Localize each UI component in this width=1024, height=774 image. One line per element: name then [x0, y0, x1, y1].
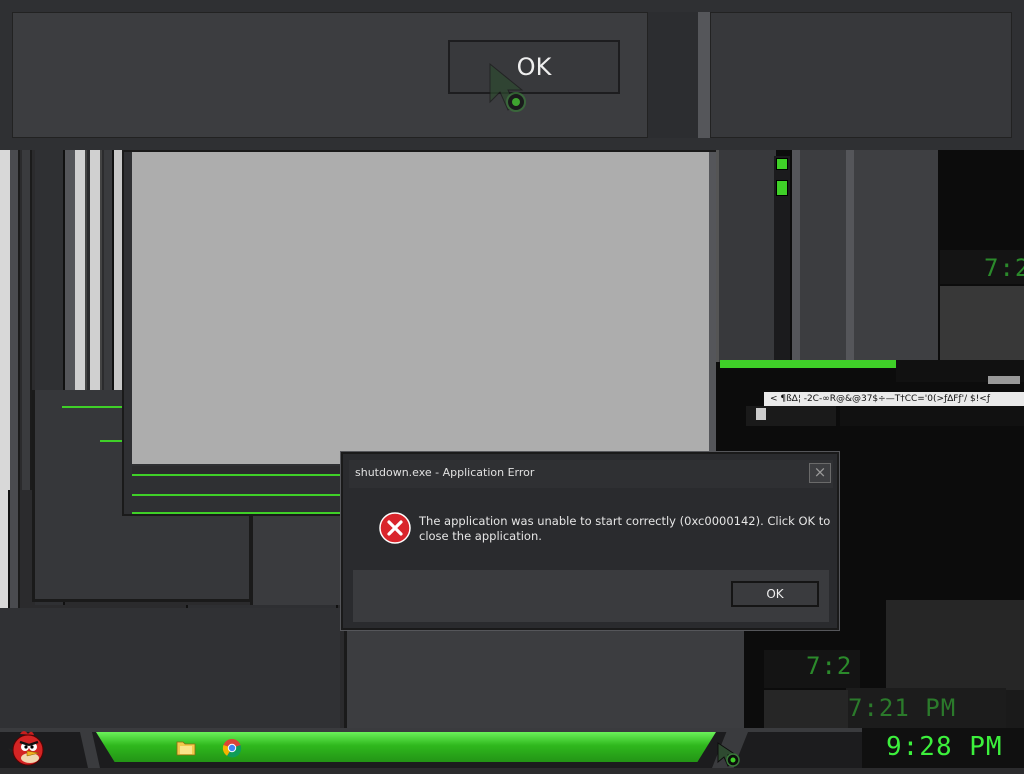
error-message-line-2: close the application. [419, 529, 542, 543]
close-button[interactable]: × [809, 463, 831, 483]
error-dialog-titlebar: shutdown.exe - Application Error × [349, 460, 833, 488]
error-dialog-title: shutdown.exe - Application Error [355, 466, 535, 479]
taskbar-chrome-button[interactable] [222, 738, 242, 758]
error-dialog-footer: OK [353, 570, 829, 622]
glitch-garbled-text: < ¶ß∆¦ -2C-∞R@&@37$÷—T†CC='0(>ƒ∆Fƒ'/ $!<… [770, 394, 991, 404]
cursor-icon [716, 742, 746, 770]
error-dialog-body: The application was unable to start corr… [349, 490, 833, 570]
error-dialog: shutdown.exe - Application Error × The a… [341, 452, 839, 630]
error-message-line-1: The application was unable to start corr… [419, 514, 831, 528]
scroll-up-button[interactable] [776, 158, 788, 170]
grey-window-client [132, 152, 712, 464]
ghost-dialog-divider [648, 12, 698, 138]
taskbar-explorer-button[interactable] [176, 738, 196, 756]
ok-button[interactable]: OK [731, 581, 819, 607]
ghost-dialog: OK [0, 0, 1024, 150]
error-message: The application was unable to start corr… [419, 514, 831, 544]
ghost-dialog-edge [698, 12, 710, 138]
clock-time: 9:28 PM [886, 732, 1003, 762]
error-icon [379, 512, 411, 544]
ghost-cursor-icon [486, 62, 542, 122]
scroll-down-button[interactable] [776, 180, 788, 196]
close-icon: × [813, 463, 827, 481]
glitch-lower-panel [344, 628, 764, 728]
start-button[interactable] [6, 728, 50, 768]
glitch-clock-ghost-3: 7:21 PM [848, 694, 957, 722]
folder-icon [176, 741, 196, 756]
taskbar-clock[interactable]: 9:28 PM [862, 728, 1024, 768]
ghost-dialog-right-panel [710, 12, 1012, 138]
taskbar: 9:28 PM [0, 728, 1024, 768]
glitch-clock-ghost-2: 7:2 [806, 652, 853, 680]
angry-bird-start-icon [8, 731, 44, 766]
glitch-clock-ghost-1: 7:2 [984, 254, 1024, 282]
chrome-icon [222, 739, 242, 758]
